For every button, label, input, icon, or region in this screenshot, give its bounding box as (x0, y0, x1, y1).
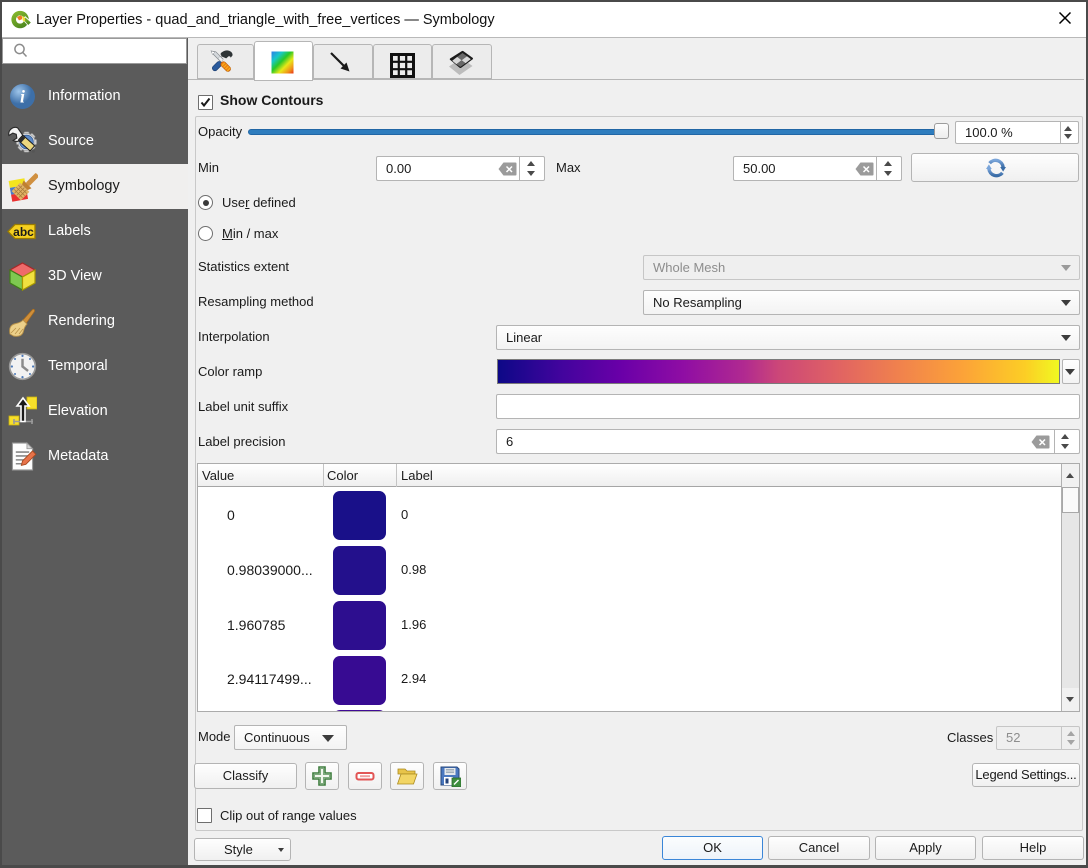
svg-text:i: i (20, 87, 25, 107)
svg-text:abc: abc (13, 225, 34, 239)
